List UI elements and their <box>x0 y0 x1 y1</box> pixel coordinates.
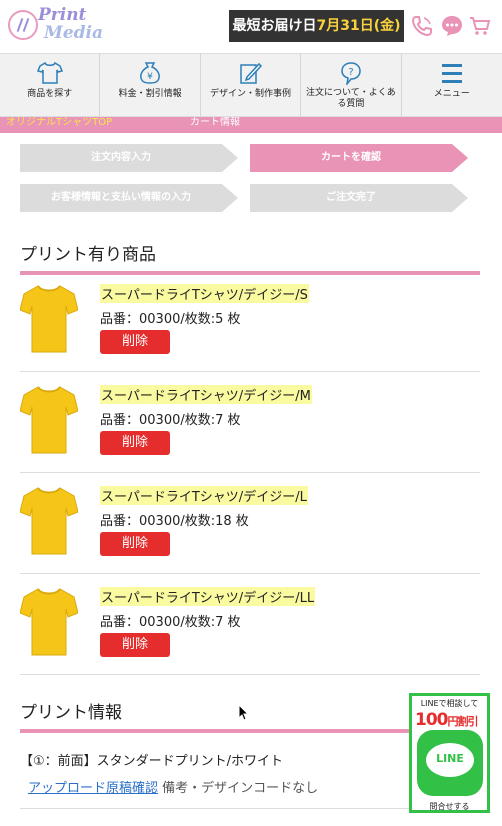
nav-item-faq[interactable]: ? 注文について・よくある質問 <box>301 54 402 116</box>
tshirt-icon <box>36 61 63 84</box>
nav-label-design: デザイン・制作事例 <box>209 89 291 99</box>
mouse-cursor-icon <box>238 704 250 721</box>
step-order-complete: ご注文完了 <box>250 184 468 212</box>
line-banner-discount: 100円割引 <box>415 710 479 730</box>
logo-mark-icon <box>8 10 38 40</box>
logo-text-media: Media <box>44 23 103 43</box>
breadcrumb: オリジナルTシャツTOP カート情報 <box>0 117 502 133</box>
question-icon: ? <box>341 62 361 85</box>
item-name[interactable]: スーパードライTシャツ/デイジー/S <box>100 284 309 303</box>
tshirt-yellow-image <box>20 487 78 555</box>
delete-button[interactable]: 削除 <box>100 633 170 657</box>
item-name[interactable]: スーパードライTシャツ/デイジー/L <box>100 486 308 505</box>
item-meta: 品番：00300/枚数:7 枚 <box>100 615 241 630</box>
item-name[interactable]: スーパードライTシャツ/デイジー/M <box>100 385 312 404</box>
tshirt-yellow-image <box>20 386 78 454</box>
cart-item: スーパードライTシャツ/デイジー/L 品番：00300/枚数:18 枚 削除 <box>20 473 480 574</box>
money-bag-icon: ¥ <box>140 62 161 84</box>
line-logo-icon: LINE <box>417 730 483 796</box>
item-meta: 品番：00300/枚数:18 枚 <box>100 514 249 529</box>
step-customer-info: お客様情報と支払い情報の入力 <box>20 184 238 212</box>
cart-item: スーパードライTシャツ/デイジー/S 品番：00300/枚数:5 枚 削除 <box>20 271 480 372</box>
site-header: Print Media 最短お届け日7月31日(金) <box>0 0 502 52</box>
nav-item-design[interactable]: デザイン・制作事例 <box>201 54 302 116</box>
delivery-date: 7月31日(金) <box>316 18 401 34</box>
nav-item-products[interactable]: 商品を探す <box>0 54 101 116</box>
design-edit-icon <box>240 62 263 84</box>
products-section-title: プリント有り商品 <box>20 240 480 275</box>
item-meta: 品番：00300/枚数:5 枚 <box>100 312 241 327</box>
item-name[interactable]: スーパードライTシャツ/デイジー/LL <box>100 587 316 606</box>
tshirt-yellow-image <box>20 285 78 353</box>
delete-button[interactable]: 削除 <box>100 532 170 556</box>
nav-item-menu[interactable]: メニュー <box>402 54 502 116</box>
chat-icon[interactable] <box>440 14 464 38</box>
svg-text:?: ? <box>348 67 353 78</box>
hamburger-menu-icon <box>441 64 462 83</box>
logo-text-print: Print <box>38 5 87 25</box>
upload-confirm-link[interactable]: アップロード原稿確認 <box>28 781 158 796</box>
item-meta: 品番：00300/枚数:7 枚 <box>100 413 241 428</box>
tshirt-yellow-image <box>20 588 78 656</box>
nav-item-pricing[interactable]: ¥ 料金・割引情報 <box>100 54 201 116</box>
nav-label-faq: 注文について・よくある質問 <box>306 88 396 109</box>
step-order-input: 注文内容入力 <box>20 144 238 172</box>
cart-item: スーパードライTシャツ/デイジー/LL 品番：00300/枚数:7 枚 削除 <box>20 574 480 675</box>
phone-icon[interactable] <box>410 14 434 38</box>
cart-icon[interactable] <box>468 14 492 38</box>
delete-button[interactable]: 削除 <box>100 431 170 455</box>
main-nav: 商品を探す ¥ 料金・割引情報 デザイン・制作事例 ? 注文について・よくある質… <box>0 53 502 117</box>
line-banner-top-text: LINEで相談して <box>420 699 479 708</box>
step-cart-confirm: カートを確認 <box>250 144 468 172</box>
nav-label-menu: メニュー <box>433 89 470 99</box>
print-media-logo[interactable]: Print Media <box>8 5 103 46</box>
print-info-text: 【①：前面】スタンダードプリント/ホワイト <box>20 754 284 769</box>
line-discount-banner[interactable]: LINEで相談して 100円割引 LINE 問合せする <box>409 693 490 813</box>
print-link-row: アップロード原稿確認 備考・デザインコードなし <box>28 777 318 796</box>
line-logo-text: LINE <box>436 752 464 765</box>
remarks-text: 備考・デザインコードなし <box>162 781 319 796</box>
breadcrumb-home-link[interactable]: オリジナルTシャツTOP <box>6 117 112 128</box>
nav-label-pricing: 料金・割引情報 <box>118 89 182 99</box>
delete-button[interactable]: 削除 <box>100 330 170 354</box>
nav-label-products: 商品を探す <box>27 89 73 99</box>
delivery-label: 最短お届け日 <box>232 18 317 34</box>
breadcrumb-current: カート情報 <box>190 117 240 128</box>
svg-text:¥: ¥ <box>147 72 153 82</box>
line-banner-bottom-text: 問合せする <box>429 802 470 811</box>
delivery-date-banner: 最短お届け日7月31日(金) <box>229 10 404 42</box>
cart-item: スーパードライTシャツ/デイジー/M 品番：00300/枚数:7 枚 削除 <box>20 372 480 473</box>
